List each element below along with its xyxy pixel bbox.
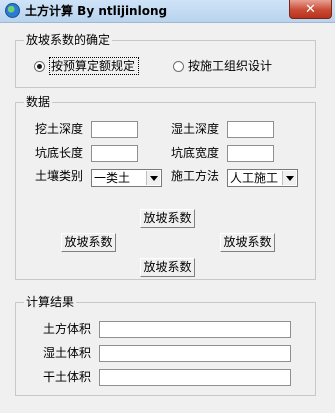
soil-type-value: 一类土: [94, 171, 131, 185]
app-window: 土方计算 By ntlijinlong ✕ 放坡系数的确定 按预算定额规定 按施…: [0, 0, 335, 413]
slope-coef-top[interactable]: 放坡系数: [140, 209, 195, 228]
dig-depth-input[interactable]: [91, 121, 138, 138]
chevron-down-icon[interactable]: [146, 171, 160, 185]
slope-coef-left[interactable]: 放坡系数: [61, 233, 116, 252]
soil-type-label: 土壤类别: [35, 169, 84, 183]
radio-construction-design-label[interactable]: 按施工组织设计: [188, 59, 272, 73]
radio-construction-design[interactable]: [173, 61, 184, 72]
wet-depth-label: 湿土深度: [171, 122, 220, 136]
dig-depth-label: 挖土深度: [35, 122, 84, 136]
globe-icon: [5, 3, 20, 18]
window-title: 土方计算 By ntlijinlong: [25, 4, 168, 18]
earth-volume-label: 土方体积: [43, 322, 92, 336]
method-label: 施工方法: [171, 169, 220, 183]
dry-volume-field[interactable]: [99, 369, 291, 386]
title-bar[interactable]: 土方计算 By ntlijinlong ✕: [0, 0, 335, 23]
slope-method-legend: 放坡系数的确定: [24, 33, 113, 47]
slope-coef-bottom[interactable]: 放坡系数: [140, 258, 195, 277]
pit-length-input[interactable]: [91, 145, 138, 162]
method-select[interactable]: 人工施工: [227, 169, 298, 187]
results-legend: 计算结果: [24, 295, 77, 309]
earth-volume-field[interactable]: [99, 321, 291, 338]
wet-volume-label: 湿土体积: [43, 346, 92, 360]
close-icon: ✕: [305, 1, 316, 17]
method-value: 人工施工: [230, 171, 279, 185]
slope-coef-right[interactable]: 放坡系数: [220, 233, 275, 252]
data-legend: 数据: [24, 95, 53, 109]
soil-type-select[interactable]: 一类土: [91, 169, 162, 187]
wet-depth-input[interactable]: [227, 121, 274, 138]
radio-budget-rule-label[interactable]: 按预算定额规定: [51, 59, 135, 73]
pit-width-label: 坑底宽度: [171, 146, 220, 160]
pit-width-input[interactable]: [227, 145, 274, 162]
dry-volume-label: 干土体积: [43, 370, 92, 384]
close-button[interactable]: ✕: [289, 0, 332, 19]
pit-length-label: 坑底长度: [35, 146, 84, 160]
wet-volume-field[interactable]: [99, 345, 291, 362]
radio-budget-rule[interactable]: [34, 61, 45, 72]
chevron-down-icon[interactable]: [282, 171, 296, 185]
